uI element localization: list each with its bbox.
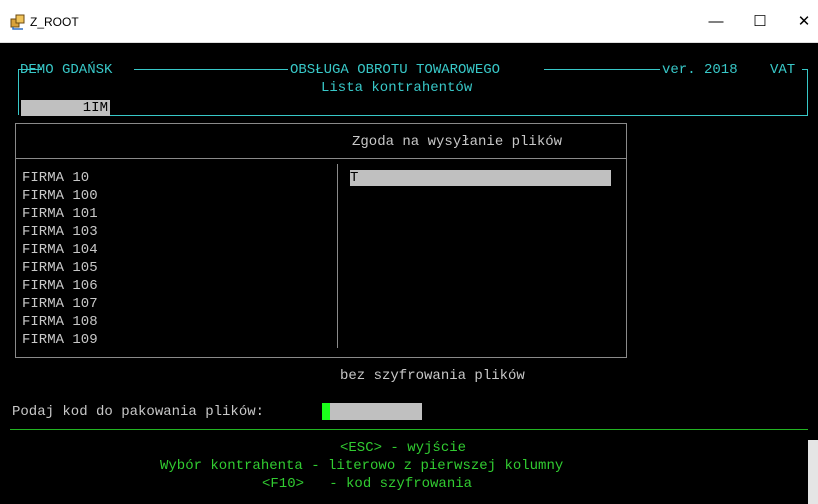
table-row-name[interactable]: FIRMA 104 bbox=[22, 242, 98, 258]
encryption-status: bez szyfrowania plików bbox=[340, 368, 525, 384]
code-field: 1IM bbox=[21, 100, 110, 116]
app-icon bbox=[10, 14, 25, 30]
footer-esc-hint: <ESC> - wyjście bbox=[340, 440, 467, 456]
minimize-button[interactable]: — bbox=[698, 8, 734, 36]
table-row-name[interactable]: FIRMA 108 bbox=[22, 314, 98, 330]
table-row-name[interactable]: FIRMA 10 bbox=[22, 170, 89, 186]
module-title: OBSŁUGA OBROTU TOWAROWEGO bbox=[290, 62, 501, 78]
text-cursor bbox=[322, 403, 330, 420]
table-row-value-selected[interactable]: T bbox=[350, 170, 611, 186]
packing-code-input[interactable] bbox=[330, 403, 422, 420]
screen-subtitle: Lista kontrahentów bbox=[321, 80, 473, 96]
table-row-name[interactable]: FIRMA 107 bbox=[22, 296, 98, 312]
table-header-separator bbox=[15, 158, 627, 159]
prompt-label: Podaj kod do pakowania plików: bbox=[12, 404, 265, 420]
window-titlebar: Z_ROOT — ☐ ✕ bbox=[0, 0, 818, 43]
footer-f10-hint: <F10> - kod szyfrowania bbox=[262, 476, 473, 492]
header-border-left bbox=[18, 69, 19, 115]
scrollbar[interactable] bbox=[808, 440, 818, 504]
table-row-name[interactable]: FIRMA 106 bbox=[22, 278, 98, 294]
header-border-top-mid bbox=[134, 69, 288, 70]
footer-select-hint: Wybór kontrahenta - literowo z pierwszej… bbox=[160, 458, 564, 474]
version-label: ver. 2018 bbox=[662, 62, 738, 78]
window-title: Z_ROOT bbox=[30, 15, 79, 29]
table-row-name[interactable]: FIRMA 105 bbox=[22, 260, 98, 276]
table-border-bottom bbox=[15, 357, 627, 358]
table-row-name[interactable]: FIRMA 103 bbox=[22, 224, 98, 240]
table-row-name[interactable]: FIRMA 101 bbox=[22, 206, 98, 222]
vat-label: VAT bbox=[770, 62, 796, 78]
table-row-name[interactable]: FIRMA 109 bbox=[22, 332, 98, 348]
close-button[interactable]: ✕ bbox=[786, 8, 818, 36]
table-border-top bbox=[15, 123, 627, 124]
table-column-divider bbox=[337, 164, 338, 348]
column-header: Zgoda na wysyłanie plików bbox=[352, 134, 563, 150]
company-name: DEMO GDAŃSK bbox=[20, 62, 113, 78]
table-row-name[interactable]: FIRMA 100 bbox=[22, 188, 98, 204]
header-border-bottom bbox=[110, 115, 808, 116]
header-border-top-right bbox=[544, 69, 660, 70]
maximize-button[interactable]: ☐ bbox=[742, 8, 778, 36]
terminal-screen: DEMO GDAŃSK OBSŁUGA OBROTU TOWAROWEGO ve… bbox=[0, 43, 818, 504]
header-border-right bbox=[807, 69, 808, 115]
footer-separator bbox=[10, 429, 808, 430]
